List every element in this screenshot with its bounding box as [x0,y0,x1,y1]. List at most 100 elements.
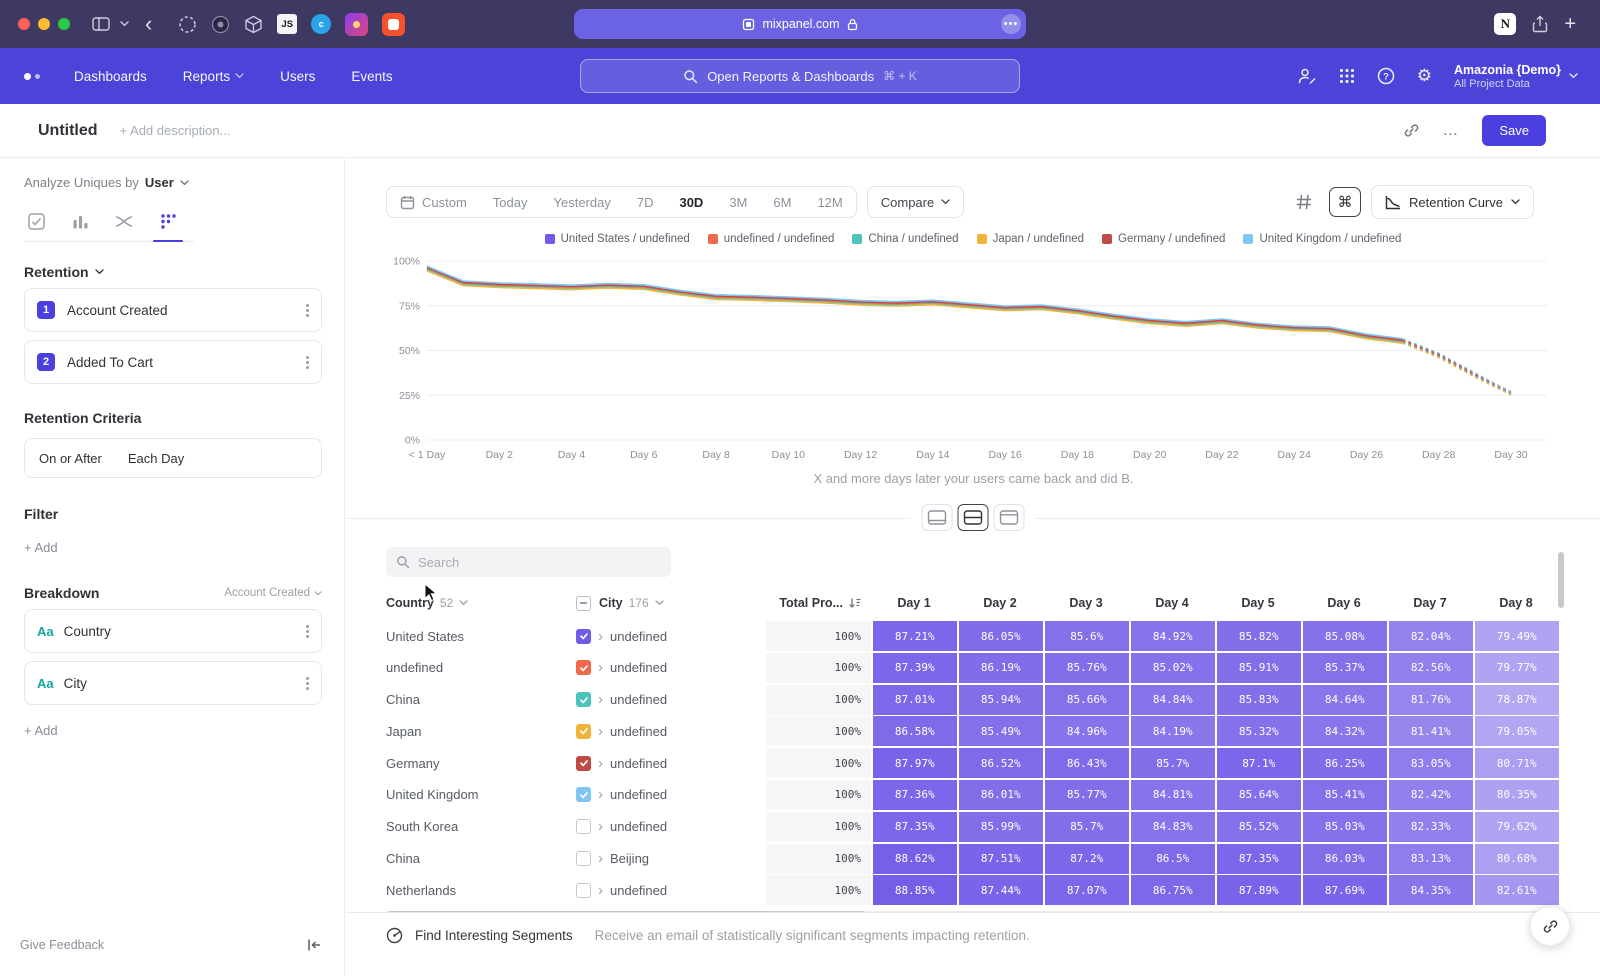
day-value-cell[interactable]: 80.68% [1475,844,1560,874]
layout-chart-only-icon[interactable] [922,504,953,531]
column-total[interactable]: Total Pro... [766,596,871,610]
day-value-cell[interactable]: 86.05% [959,621,1044,651]
day-value-cell[interactable]: 82.56% [1389,653,1474,683]
day-column-header[interactable]: Day 4 [1129,596,1215,610]
day-value-cell[interactable]: 87.07% [1045,875,1130,905]
day-value-cell[interactable]: 86.75% [1131,875,1216,905]
expand-chevron-icon[interactable]: › [598,819,603,834]
day-value-cell[interactable]: 85.99% [959,812,1044,842]
new-tab-button[interactable]: + [1564,13,1576,36]
day-value-cell[interactable]: 87.35% [873,812,958,842]
expand-chevron-icon[interactable]: › [598,851,603,866]
range-custom[interactable]: Custom [387,187,480,217]
day-value-cell[interactable]: 86.03% [1303,844,1388,874]
day-value-cell[interactable]: 86.5% [1131,844,1216,874]
mixpanel-logo[interactable] [24,73,40,80]
step-event-name[interactable]: Added To Cart [67,355,153,370]
report-title[interactable]: Untitled [38,122,98,140]
day-value-cell[interactable]: 79.05% [1475,716,1560,746]
day-value-cell[interactable]: 82.42% [1389,780,1474,810]
data-management-icon[interactable] [1297,67,1317,85]
analyze-uniques-value[interactable]: User [145,175,174,190]
extension-icon-app-tile[interactable] [345,13,368,36]
collapse-sidebar-icon[interactable] [307,938,322,952]
day-value-cell[interactable]: 85.94% [959,685,1044,715]
item-options-icon[interactable] [306,677,309,690]
retention-step-1[interactable]: 1 Account Created [24,288,322,332]
day-column-header[interactable]: Day 5 [1215,596,1301,610]
expand-chevron-icon[interactable]: › [598,883,603,898]
day-value-cell[interactable]: 87.89% [1217,875,1302,905]
day-value-cell[interactable]: 88.62% [873,844,958,874]
tab-insights[interactable] [24,210,48,232]
retention-line-chart[interactable]: 0%25%50%75%100%< 1 DayDay 2Day 4Day 6Day… [386,253,1561,465]
day-value-cell[interactable]: 86.19% [959,653,1044,683]
day-value-cell[interactable]: 85.82% [1217,621,1302,651]
day-value-cell[interactable]: 84.81% [1131,780,1216,810]
range-30d[interactable]: 30D [666,187,716,217]
vertical-scrollbar-thumb[interactable] [1558,552,1564,608]
find-segments-label[interactable]: Find Interesting Segments [415,928,573,943]
row-checkbox[interactable] [576,819,591,834]
extension-icon-cube[interactable] [244,15,263,34]
settings-gear-icon[interactable]: ⚙ [1417,66,1432,86]
add-breakdown-button[interactable]: + Add [24,723,322,738]
global-search-button[interactable]: Open Reports & Dashboards ⌘ + K [580,59,1020,93]
notion-extension-icon[interactable]: N [1494,13,1516,35]
day-value-cell[interactable]: 81.41% [1389,716,1474,746]
day-value-cell[interactable]: 84.96% [1045,716,1130,746]
day-value-cell[interactable]: 82.61% [1475,875,1560,905]
day-value-cell[interactable]: 79.49% [1475,621,1560,651]
criteria-each-day[interactable]: Each Day [128,451,184,466]
criteria-on-or-after[interactable]: On or After [39,451,102,466]
day-value-cell[interactable]: 87.44% [959,875,1044,905]
day-column-header[interactable]: Day 7 [1387,596,1473,610]
day-value-cell[interactable]: 87.21% [873,621,958,651]
command-mode-button[interactable]: ⌘ [1329,187,1361,217]
day-value-cell[interactable]: 84.19% [1131,716,1216,746]
day-value-cell[interactable]: 85.7% [1045,812,1130,842]
expand-chevron-icon[interactable]: › [598,724,603,739]
day-column-header[interactable]: Day 8 [1473,596,1559,610]
extension-icon-js[interactable]: JS [277,14,297,34]
day-value-cell[interactable]: 85.83% [1217,685,1302,715]
day-column-header[interactable]: Day 1 [871,596,957,610]
day-value-cell[interactable]: 86.25% [1303,748,1388,778]
day-value-cell[interactable]: 87.36% [873,780,958,810]
range-yesterday[interactable]: Yesterday [541,187,624,217]
range-today[interactable]: Today [480,187,541,217]
legend-item[interactable]: Germany / undefined [1102,233,1225,245]
day-value-cell[interactable]: 85.64% [1217,780,1302,810]
nav-item-users[interactable]: Users [280,69,315,84]
day-value-cell[interactable]: 84.84% [1131,685,1216,715]
minimize-window-button[interactable] [38,18,50,30]
day-value-cell[interactable]: 85.03% [1303,812,1388,842]
day-value-cell[interactable]: 80.71% [1475,748,1560,778]
column-country[interactable]: Country 52 [386,596,576,610]
day-value-cell[interactable]: 85.77% [1045,780,1130,810]
day-value-cell[interactable]: 87.39% [873,653,958,683]
day-value-cell[interactable]: 79.62% [1475,812,1560,842]
table-search-input[interactable] [418,555,661,570]
day-value-cell[interactable]: 83.13% [1389,844,1474,874]
legend-item[interactable]: Japan / undefined [977,233,1084,245]
day-value-cell[interactable]: 85.91% [1217,653,1302,683]
day-value-cell[interactable]: 85.52% [1217,812,1302,842]
day-value-cell[interactable]: 87.97% [873,748,958,778]
day-value-cell[interactable]: 85.6% [1045,621,1130,651]
day-value-cell[interactable]: 88.85% [873,875,958,905]
day-value-cell[interactable]: 87.2% [1045,844,1130,874]
day-value-cell[interactable]: 85.08% [1303,621,1388,651]
day-value-cell[interactable]: 80.35% [1475,780,1560,810]
retention-criteria-card[interactable]: On or After Each Day [24,438,322,478]
nav-item-dashboards[interactable]: Dashboards [74,69,147,84]
day-value-cell[interactable]: 86.58% [873,716,958,746]
browser-sidebar-icon[interactable] [92,17,110,31]
day-value-cell[interactable]: 85.76% [1045,653,1130,683]
row-checkbox[interactable] [576,787,591,802]
day-column-header[interactable]: Day 2 [957,596,1043,610]
back-button[interactable]: ‹ [145,13,152,35]
tab-funnels[interactable] [68,210,92,232]
day-value-cell[interactable]: 85.7% [1131,748,1216,778]
share-link-button[interactable] [1530,906,1570,946]
